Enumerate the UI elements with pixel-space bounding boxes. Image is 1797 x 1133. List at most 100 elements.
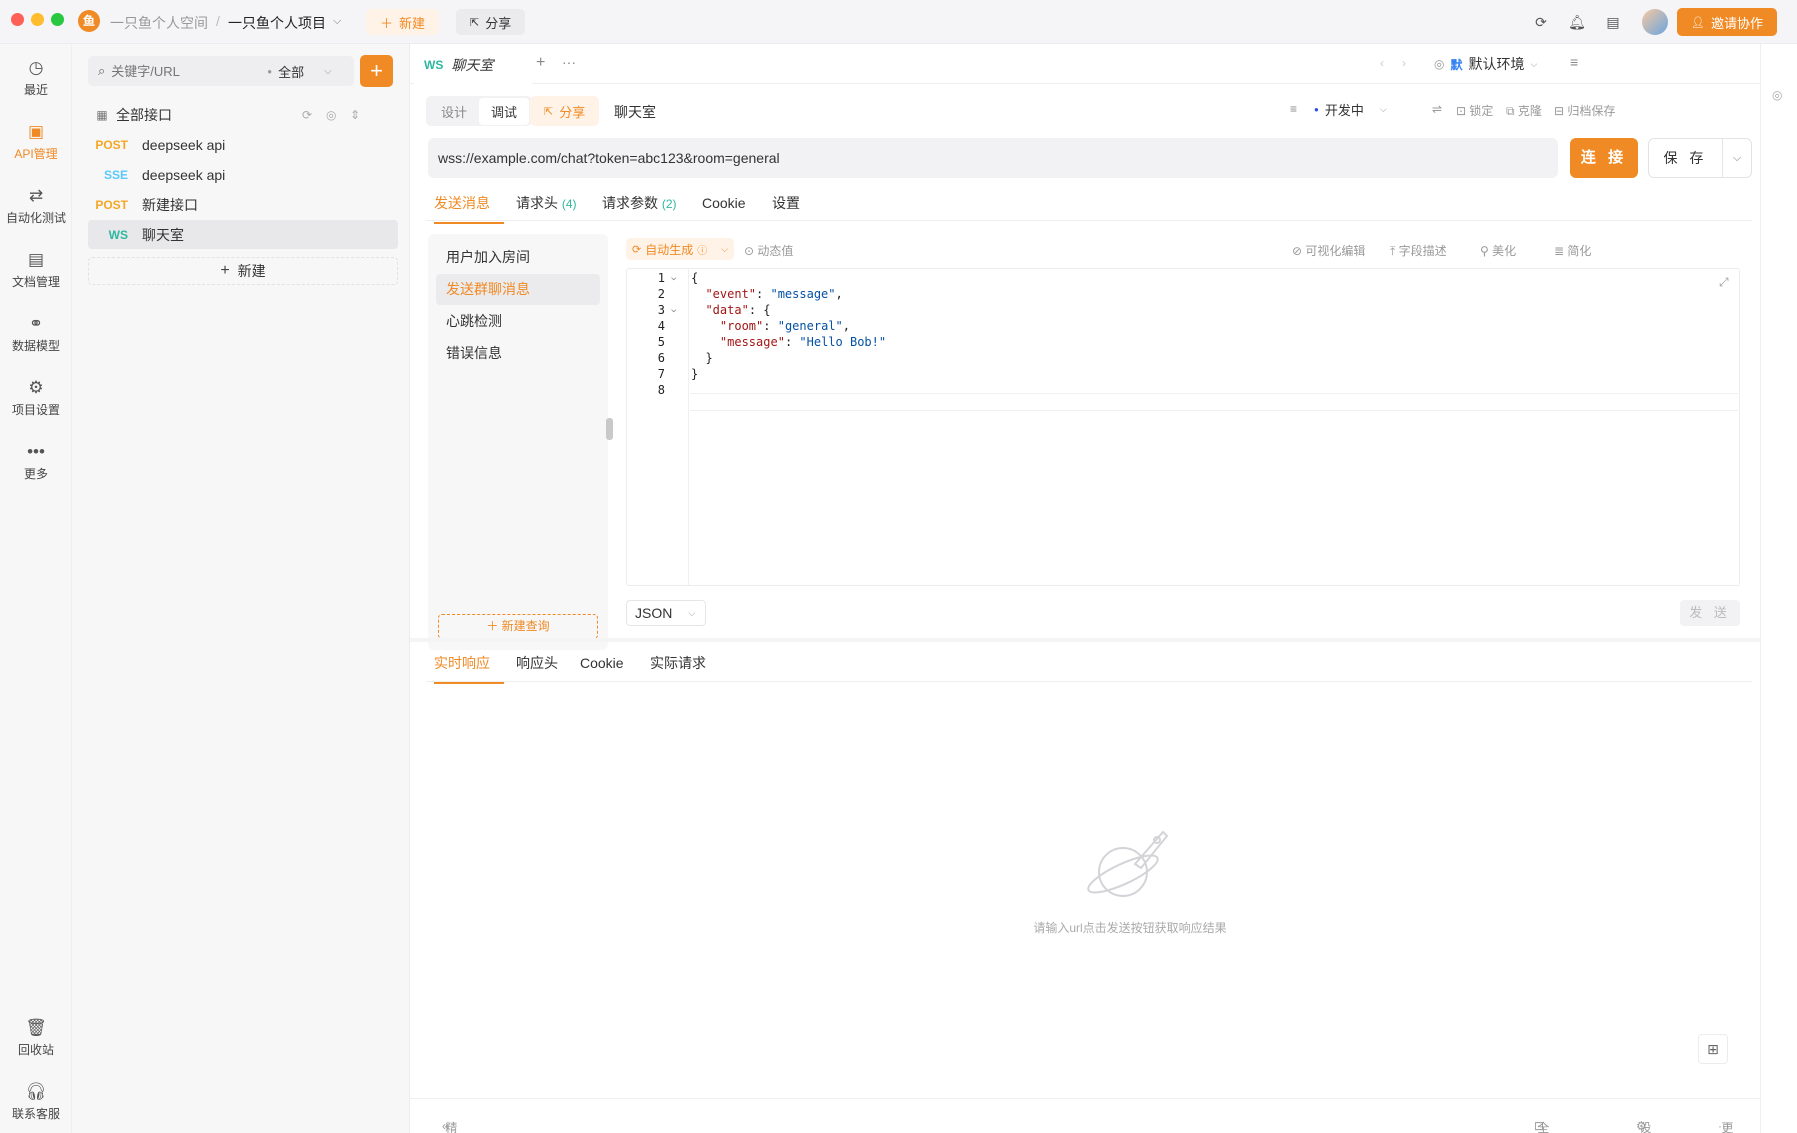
- rail-item-data-model[interactable]: ⚭ 数据模型: [0, 314, 72, 354]
- rail-item-support[interactable]: 🎧︎ 联系客服: [0, 1082, 72, 1122]
- simplify-button[interactable]: ≣ 简化: [1554, 242, 1591, 259]
- history-diff-icon[interactable]: ⇌: [1432, 102, 1442, 116]
- tab-cookie[interactable]: Cookie: [702, 190, 746, 224]
- breadcrumb-workspace[interactable]: 一只鱼个人空间: [110, 13, 208, 33]
- lock-button[interactable]: ⊡ 锁定: [1456, 102, 1493, 119]
- archive-save-button[interactable]: ⊟ 归档保存: [1554, 102, 1615, 119]
- more-button[interactable]: ··· 更多: [1718, 1109, 1733, 1133]
- minimize-window-button[interactable]: [31, 13, 44, 26]
- menu-icon[interactable]: ≡: [1570, 54, 1578, 70]
- code-editor[interactable]: 1 2 3 4 5 6 7 8 ⌵ ⌵ { "event": "message"…: [626, 268, 1740, 586]
- beautify-label: 美化: [1492, 244, 1517, 258]
- right-side-panel: ◎: [1760, 44, 1797, 1133]
- settings-button[interactable]: ⚙ 设置: [1636, 1109, 1651, 1133]
- save-button[interactable]: 保 存: [1649, 139, 1723, 177]
- list-item[interactable]: 用户加入房间: [436, 242, 600, 273]
- bell-icon[interactable]: 🔔︎: [1566, 11, 1588, 33]
- filter-select[interactable]: 全部: [278, 62, 304, 81]
- close-window-button[interactable]: [11, 13, 24, 26]
- info-icon[interactable]: ◎: [1772, 88, 1782, 102]
- auto-generate-button[interactable]: ⟳ 自动生成 ⓘ ⌵: [626, 238, 735, 260]
- breadcrumb-project[interactable]: 一只鱼个人项目: [228, 13, 326, 33]
- new-query-button[interactable]: ＋ 新建查询: [438, 614, 598, 639]
- tab-request-params[interactable]: 请求参数 (2): [602, 190, 677, 224]
- global-params-button[interactable]: ⊡ 全局参数: [1534, 1109, 1549, 1133]
- tree-item[interactable]: SSE deepseek api: [88, 160, 398, 189]
- tab-debug[interactable]: 调试: [479, 97, 530, 125]
- edit-sort-icon[interactable]: ≡: [1290, 102, 1297, 116]
- nav-back-icon[interactable]: ‹: [1380, 56, 1384, 70]
- visual-edit-button[interactable]: ⊘ 可视化编辑: [1292, 242, 1365, 259]
- share-button[interactable]: ⇱ 分享: [456, 9, 526, 35]
- environment-select[interactable]: ◎ 默 默认环境 ⌵: [1428, 50, 1562, 78]
- invite-collaborate-button[interactable]: 👤︎ 邀请协作: [1677, 8, 1777, 36]
- chevron-down-icon[interactable]: ⌵: [721, 244, 728, 255]
- message-icon[interactable]: ▤: [1602, 11, 1624, 33]
- api-share-button[interactable]: ⇱ 分享: [530, 96, 600, 126]
- fold-chevron-icon[interactable]: ⌵: [671, 269, 676, 287]
- zoom-window-button[interactable]: [51, 13, 64, 26]
- add-tab-icon[interactable]: +: [536, 54, 545, 72]
- compact-mode-button[interactable]: « 精简模式: [442, 1109, 457, 1133]
- tab-response-cookie[interactable]: Cookie: [580, 650, 624, 684]
- rail-item-trash[interactable]: 🗑︎ 回收站: [0, 1018, 72, 1058]
- connect-button[interactable]: 连 接: [1570, 138, 1638, 178]
- fold-chevron-icon[interactable]: ⌵: [671, 301, 676, 319]
- send-button[interactable]: 发 送: [1680, 600, 1740, 626]
- status-select[interactable]: ● 开发中 ⌵: [1314, 100, 1387, 119]
- rail-item-api[interactable]: ▣ API管理: [0, 122, 72, 162]
- api-name[interactable]: 聊天室: [614, 102, 656, 122]
- panel-divider[interactable]: [410, 638, 1760, 642]
- tab-send-message[interactable]: 发送消息: [434, 190, 504, 224]
- avatar[interactable]: [1642, 9, 1668, 35]
- tree-item[interactable]: POST 新建接口: [88, 190, 398, 219]
- rail-item-recent[interactable]: ◷ 最近: [0, 58, 72, 98]
- expand-icon[interactable]: ⤢: [1719, 275, 1729, 290]
- layout-toggle-icon[interactable]: ⊞: [1698, 1034, 1728, 1064]
- main-panel: WS 聊天室 + ··· ‹ › ◎ 默 默认环境 ⌵ ≡ 设计 调试 ⇱ 分享…: [410, 44, 1760, 1133]
- url-input[interactable]: wss://example.com/chat?token=abc123&room…: [438, 150, 780, 166]
- tab-settings[interactable]: 设置: [772, 190, 800, 224]
- format-select-label: JSON: [635, 605, 673, 621]
- chevron-down-icon[interactable]: ⌵: [1723, 152, 1751, 165]
- tab-request-headers[interactable]: 请求头 (4): [516, 190, 577, 224]
- new-tree-item-button[interactable]: + 新建: [88, 257, 398, 285]
- locate-icon[interactable]: ◎: [326, 108, 336, 122]
- tree-item-selected[interactable]: WS 聊天室: [88, 220, 398, 249]
- divider: [426, 220, 1752, 221]
- tab-design[interactable]: 设计: [429, 98, 479, 125]
- rail-item-docs[interactable]: ▤ 文档管理: [0, 250, 72, 290]
- sync-icon[interactable]: ⟳: [1530, 11, 1552, 33]
- doc-tab-chatroom[interactable]: WS 聊天室: [414, 48, 532, 84]
- beautify-button[interactable]: ⚲ 美化: [1480, 242, 1516, 259]
- chevron-down-icon[interactable]: ⌵: [333, 15, 341, 28]
- tab-actual-request[interactable]: 实际请求: [650, 650, 706, 684]
- list-item-selected[interactable]: 发送群聊消息: [436, 274, 600, 305]
- tree-item[interactable]: POST deepseek api: [88, 130, 398, 159]
- format-select[interactable]: JSON ⌵: [626, 600, 706, 626]
- field-description-button[interactable]: ⤒ 字段描述: [1390, 242, 1447, 259]
- chevron-down-icon[interactable]: ⌵: [324, 66, 332, 77]
- global-params-label: 全局参数: [1537, 1121, 1550, 1133]
- environment-icon: ◎: [1434, 57, 1445, 71]
- panel-resize-handle[interactable]: [606, 418, 613, 440]
- rail-item-project-settings[interactable]: ⚙ 项目设置: [0, 378, 72, 418]
- tab-response-headers[interactable]: 响应头: [516, 650, 558, 684]
- nav-forward-icon[interactable]: ›: [1402, 56, 1406, 70]
- tab-realtime-response[interactable]: 实时响应: [434, 650, 504, 684]
- clone-button[interactable]: ⧉ 克隆: [1506, 102, 1542, 119]
- new-button[interactable]: ＋ 新建: [366, 9, 440, 35]
- rail-item-automation[interactable]: ⇄ 自动化测试: [0, 186, 72, 226]
- rail-item-more[interactable]: ••• 更多: [0, 442, 72, 482]
- tab-more-icon[interactable]: ···: [562, 54, 576, 70]
- tree-root-all-apis[interactable]: ▦ 全部接口 ⟳ ◎ ⇕: [88, 100, 398, 129]
- add-api-button[interactable]: +: [360, 55, 393, 87]
- dynamic-value-button[interactable]: ⊙ 动态值: [744, 242, 793, 259]
- collapse-icon[interactable]: ⇕: [350, 108, 360, 122]
- search-input[interactable]: [111, 63, 262, 79]
- list-item[interactable]: 错误信息: [436, 338, 600, 369]
- status-dot-icon: ●: [1314, 105, 1319, 114]
- refresh-icon[interactable]: ⟳: [302, 108, 312, 122]
- list-item[interactable]: 心跳检测: [436, 306, 600, 337]
- folder-icon: ▦: [96, 107, 108, 122]
